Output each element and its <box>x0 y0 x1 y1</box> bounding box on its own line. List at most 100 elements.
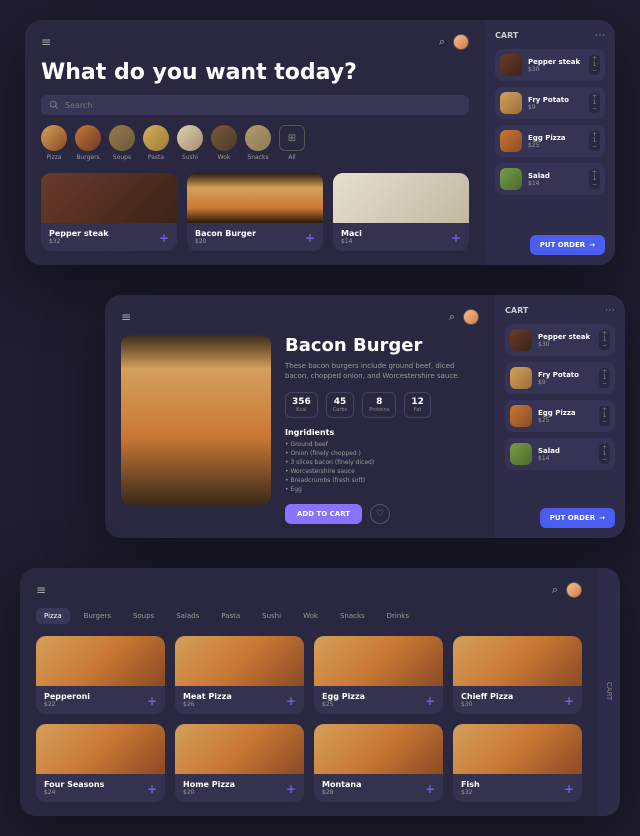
search-icon[interactable]: ⌕ <box>552 583 558 597</box>
cart-item-name: Salad <box>538 447 593 455</box>
card-name: Chieff Pizza <box>461 692 513 701</box>
add-button[interactable]: + <box>451 231 461 245</box>
quantity-stepper[interactable]: + 1 − <box>599 406 610 426</box>
minus-icon[interactable]: − <box>602 343 607 349</box>
tab-burgers[interactable]: Burgers <box>76 608 119 624</box>
card-name: Pepper steak <box>49 229 109 238</box>
add-to-cart-button[interactable]: ADD TO CART <box>285 504 362 524</box>
add-button[interactable]: + <box>286 782 296 796</box>
nutrition-box: 45 Carbs <box>326 392 354 418</box>
search-input[interactable] <box>65 101 461 110</box>
food-card[interactable]: Chieff Pizza $30 + <box>453 636 582 714</box>
category-all[interactable]: ⊞ All <box>279 125 305 161</box>
category-image <box>143 125 169 151</box>
put-order-button[interactable]: PUT ORDER→ <box>530 235 605 255</box>
food-card[interactable]: Egg Pizza $25 + <box>314 636 443 714</box>
search-input-wrapper[interactable] <box>41 95 469 115</box>
food-card[interactable]: Bacon Burger $20 + <box>187 173 323 251</box>
cart-item: Egg Pizza $25 + 1 − <box>505 400 615 432</box>
category-image <box>177 125 203 151</box>
food-card[interactable]: Montana $28 + <box>314 724 443 802</box>
quantity-stepper[interactable]: + 1 − <box>599 330 610 350</box>
favorite-button[interactable]: ♡ <box>370 504 390 524</box>
menu-icon[interactable]: ≡ <box>36 583 46 597</box>
card-body: Pepper steak $32 + <box>41 223 177 251</box>
cart-item-text: Pepper steak $30 <box>528 58 583 73</box>
minus-icon[interactable]: − <box>592 144 597 150</box>
food-card[interactable]: Home Pizza $20 + <box>175 724 304 802</box>
category-item[interactable]: Soups <box>109 125 135 161</box>
menu-icon[interactable]: ≡ <box>41 35 51 49</box>
category-item[interactable]: Pasta <box>143 125 169 161</box>
quantity-stepper[interactable]: + 1 − <box>599 444 610 464</box>
search-icon[interactable]: ⌕ <box>449 310 455 324</box>
add-button[interactable]: + <box>147 782 157 796</box>
minus-icon[interactable]: − <box>592 106 597 112</box>
card-image <box>453 636 582 686</box>
cart-more-icon[interactable]: ⋯ <box>595 30 605 41</box>
cart-more-icon[interactable]: ⋯ <box>605 305 615 316</box>
card-body: Bacon Burger $20 + <box>187 223 323 251</box>
minus-icon[interactable]: − <box>602 457 607 463</box>
search-icon[interactable]: ⌕ <box>439 35 445 49</box>
quantity-stepper[interactable]: + 1 − <box>589 93 600 113</box>
cart-item: Salad $14 + 1 − <box>505 438 615 470</box>
put-order-button[interactable]: PUT ORDER→ <box>540 508 615 528</box>
category-item[interactable]: Wok <box>211 125 237 161</box>
card-image <box>314 636 443 686</box>
add-button[interactable]: + <box>159 231 169 245</box>
card-price: $14 <box>341 238 362 245</box>
food-card[interactable]: Four Seasons $24 + <box>36 724 165 802</box>
quantity-stepper[interactable]: + 1 − <box>589 169 600 189</box>
card-name: Fish <box>461 780 480 789</box>
food-card[interactable]: Pepper steak $32 + <box>41 173 177 251</box>
detail-content: Bacon Burger These bacon burgers include… <box>121 335 479 524</box>
cart-item-image <box>510 443 532 465</box>
tab-pasta[interactable]: Pasta <box>213 608 248 624</box>
quantity-stepper[interactable]: + 1 − <box>589 131 600 151</box>
tab-snacks[interactable]: Snacks <box>332 608 373 624</box>
cart-sidebar-collapsed[interactable]: CART <box>598 568 620 816</box>
card-image <box>187 173 323 223</box>
category-item[interactable]: Pizza <box>41 125 67 161</box>
add-button[interactable]: + <box>564 782 574 796</box>
cart-item-text: Salad $14 <box>538 447 593 462</box>
card-price: $25 <box>322 701 365 708</box>
tab-sushi[interactable]: Sushi <box>254 608 289 624</box>
card-price: $32 <box>461 789 480 796</box>
quantity-stepper[interactable]: + 1 − <box>589 55 600 75</box>
tab-drinks[interactable]: Drinks <box>379 608 417 624</box>
minus-icon[interactable]: − <box>602 381 607 387</box>
category-item[interactable]: Snacks <box>245 125 271 161</box>
card-name: Bacon Burger <box>195 229 256 238</box>
quantity-stepper[interactable]: + 1 − <box>599 368 610 388</box>
minus-icon[interactable]: − <box>602 419 607 425</box>
add-button[interactable]: + <box>147 694 157 708</box>
food-card[interactable]: Pepperoni $22 + <box>36 636 165 714</box>
category-item[interactable]: Burgers <box>75 125 101 161</box>
add-button[interactable]: + <box>286 694 296 708</box>
add-button[interactable]: + <box>305 231 315 245</box>
food-card[interactable]: Fish $32 + <box>453 724 582 802</box>
card-body: Four Seasons $24 + <box>36 774 165 802</box>
avatar[interactable] <box>463 309 479 325</box>
food-card[interactable]: Maci $14 + <box>333 173 469 251</box>
tab-pizza[interactable]: Pizza <box>36 608 70 624</box>
nutrition-label: Carbs <box>333 407 347 413</box>
add-button[interactable]: + <box>425 782 435 796</box>
minus-icon[interactable]: − <box>592 182 597 188</box>
tab-soups[interactable]: Soups <box>125 608 162 624</box>
tab-salads[interactable]: Salads <box>168 608 207 624</box>
card-image <box>36 724 165 774</box>
add-button[interactable]: + <box>564 694 574 708</box>
avatar[interactable] <box>453 34 469 50</box>
menu-icon[interactable]: ≡ <box>121 310 131 324</box>
tab-wok[interactable]: Wok <box>295 608 326 624</box>
category-item[interactable]: Sushi <box>177 125 203 161</box>
category-label: All <box>288 154 295 161</box>
minus-icon[interactable]: − <box>592 68 597 74</box>
food-card[interactable]: Meat Pizza $26 + <box>175 636 304 714</box>
avatar[interactable] <box>566 582 582 598</box>
add-button[interactable]: + <box>425 694 435 708</box>
cart-item-image <box>500 168 522 190</box>
